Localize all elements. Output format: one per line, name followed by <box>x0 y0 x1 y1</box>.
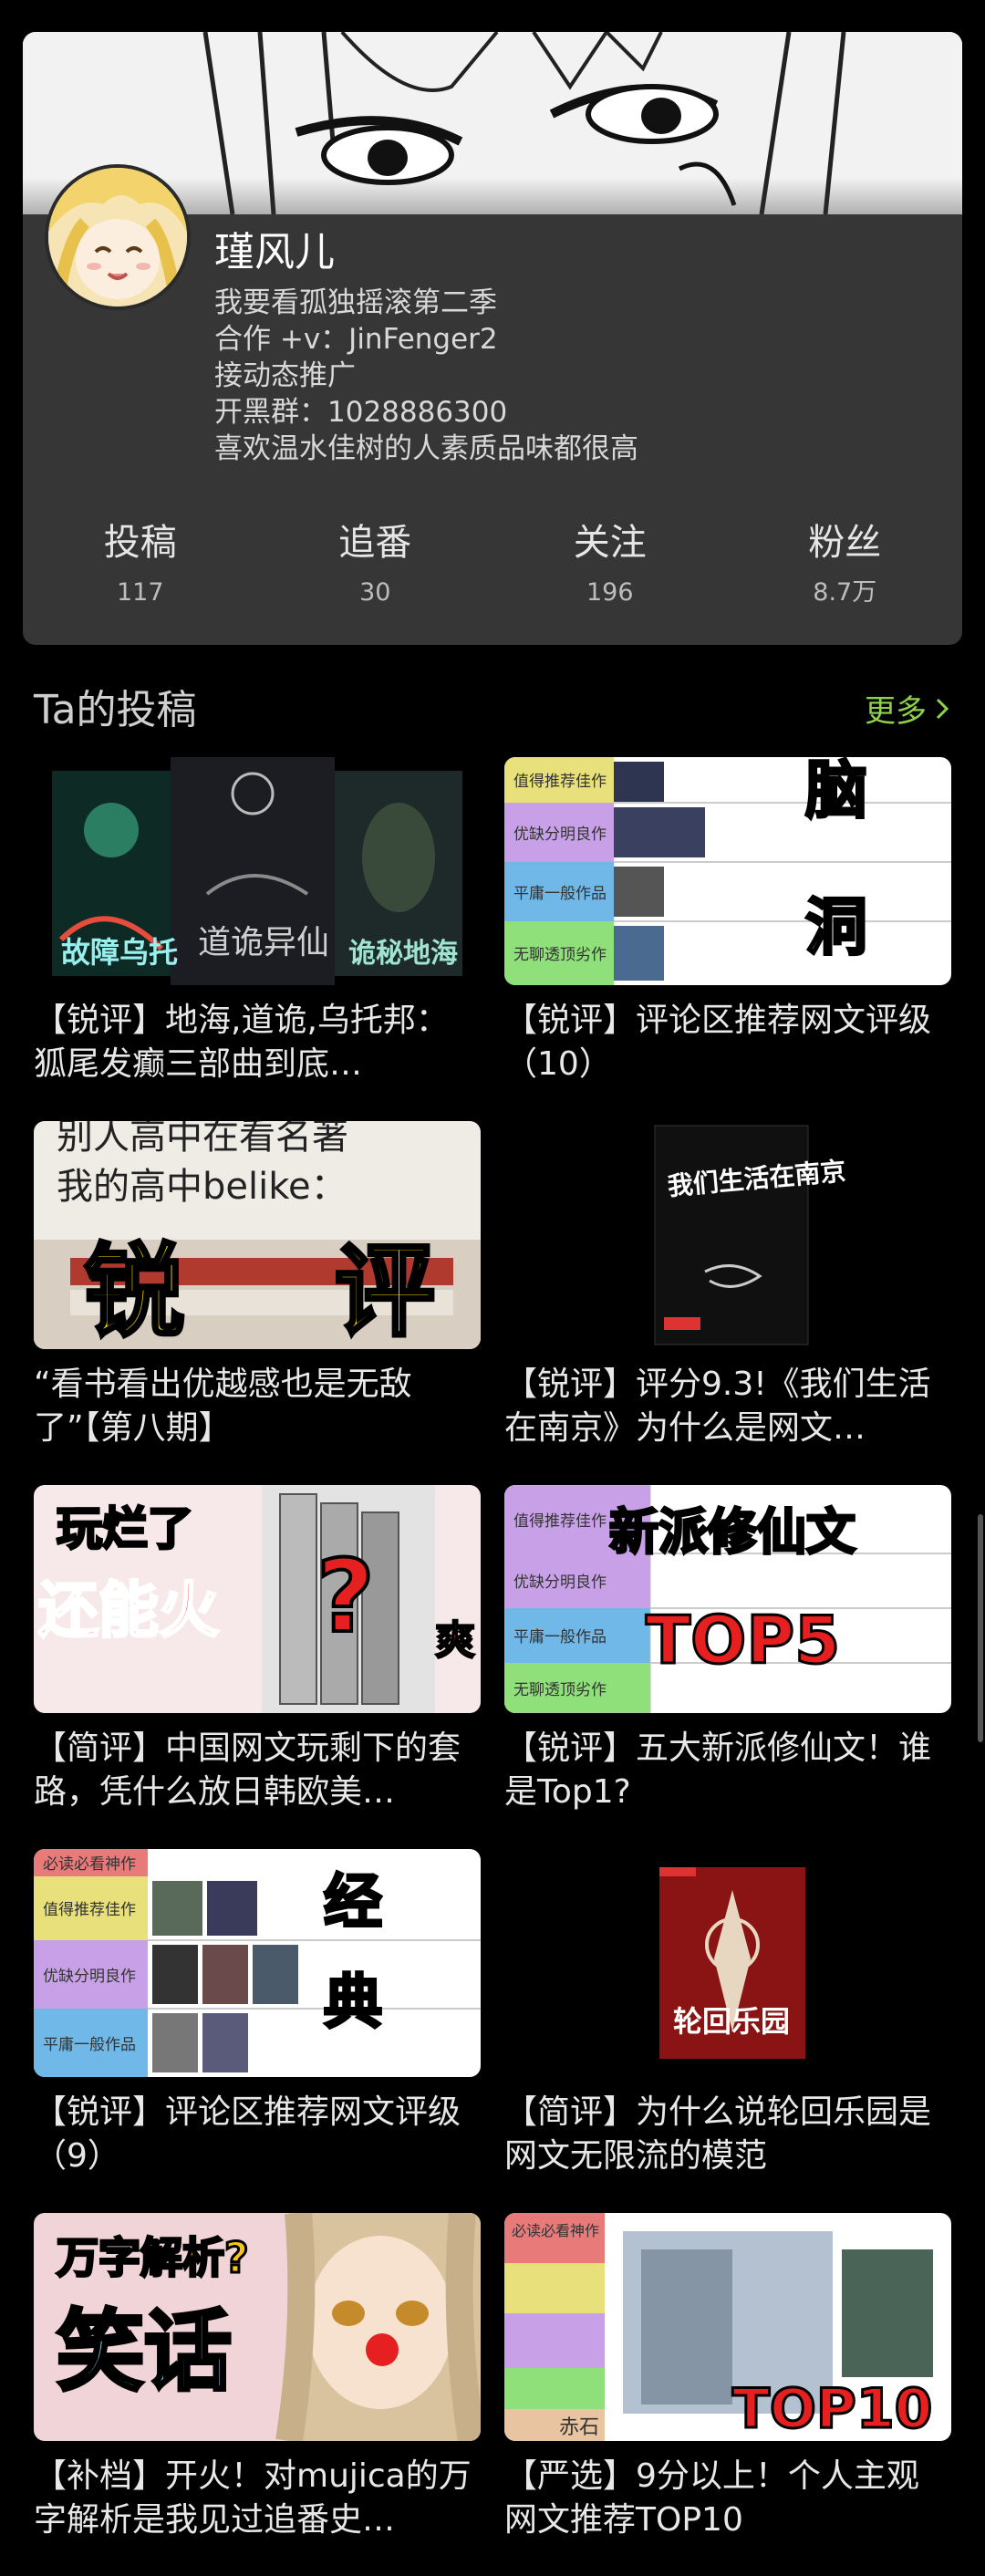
tier-label: 平庸一般作品 <box>513 885 607 903</box>
stat-label: 粉丝 <box>808 522 882 564</box>
video-card[interactable]: 诡秘地海 道诡异仙 故障乌托 【锐评】地海,道诡,乌托邦：狐尾发癫三部曲到底… <box>34 757 481 1086</box>
thumb-text: ? <box>316 1538 375 1655</box>
video-card[interactable]: 别人高中在看名著 我的高中belike： 锐 评 “看书看出优越感也是无敌了”【… <box>34 1121 481 1450</box>
video-title[interactable]: “看书看出优越感也是无敌了”【第八期】 <box>34 1363 481 1450</box>
scrollbar[interactable] <box>978 1514 983 1742</box>
video-card[interactable]: 玩烂了 还能火 ? 爽 【简评】中国网文玩剩下的套路，凭什么放日韩欧美… <box>34 1485 481 1814</box>
tier-label: 值得推荐佳作 <box>43 1901 136 1919</box>
video-thumbnail[interactable]: 值得推荐佳作 优缺分明良作 平庸一般作品 无聊透顶劣作 新派修仙文 TOP5 <box>504 1485 951 1713</box>
thumb-text: 我的高中belike： <box>57 1166 347 1208</box>
stat-label: 关注 <box>573 522 647 564</box>
video-title[interactable]: 【严选】9分以上！个人主观网文推荐TOP10 <box>504 2455 951 2542</box>
more-label: 更多 <box>865 693 927 730</box>
tier-label: 赤石 <box>559 2416 599 2439</box>
video-title[interactable]: 【锐评】五大新派修仙文！谁是Top1? <box>504 1727 951 1814</box>
video-thumbnail[interactable]: 必读必看神作 赤石 TOP10 <box>504 2213 951 2441</box>
tier-label: 必读必看神作 <box>512 2222 599 2239</box>
thumb-text: 万字解析? <box>57 2233 249 2282</box>
section-title: Ta的投稿 <box>34 687 197 733</box>
profile-stats: 投稿 117 追番 30 关注 196 粉丝 8.7万 <box>23 520 962 611</box>
video-thumbnail[interactable]: 玩烂了 还能火 ? 爽 <box>34 1485 481 1713</box>
video-card[interactable]: 必读必看神作 赤石 TOP10 【严选】9分以上！个人主观网文推荐TOP10 <box>504 2213 951 2542</box>
stat-value: 117 <box>116 578 164 607</box>
video-thumbnail[interactable]: 别人高中在看名著 我的高中belike： 锐 评 <box>34 1121 481 1349</box>
thumb-text: 诡秘地海 <box>348 938 458 970</box>
tier-label: 必读必看神作 <box>43 1855 136 1874</box>
thumb-text: TOP10 <box>732 2377 932 2441</box>
tier-label: 优缺分明良作 <box>43 1968 136 1986</box>
video-thumbnail[interactable]: 万字解析? 笑话 <box>34 2213 481 2441</box>
username: 瑾风儿 <box>214 229 335 275</box>
tier-label: 无聊透顶劣作 <box>513 946 607 964</box>
thumb-text: 爽 <box>435 1617 475 1664</box>
video-thumbnail[interactable]: 我们生活在南京 <box>504 1121 951 1349</box>
tier-label: 优缺分明良作 <box>513 1574 607 1592</box>
tier-label: 无聊透顶劣作 <box>513 1681 607 1699</box>
stat-label: 追番 <box>338 522 412 564</box>
video-card[interactable]: 值得推荐佳作 优缺分明良作 平庸一般作品 无聊透顶劣作 脑 洞 【锐评】评论区推… <box>504 757 951 1086</box>
thumb-text: 脑 <box>805 757 867 827</box>
thumb-text: 轮回乐园 <box>673 2004 790 2039</box>
thumb-text: 别人高中在看名著 <box>57 1121 348 1158</box>
video-title[interactable]: 【锐评】地海,道诡,乌托邦：狐尾发癫三部曲到底… <box>34 999 481 1086</box>
more-link[interactable]: 更多 <box>865 686 950 731</box>
thumb-text: 道诡异仙 <box>198 924 329 961</box>
stat-value: 196 <box>586 578 634 607</box>
stat-value: 30 <box>359 578 391 607</box>
tier-label: 平庸一般作品 <box>513 1628 607 1646</box>
bio-line: 喜欢温水佳树的人素质品味都很高 <box>214 432 638 465</box>
video-thumbnail[interactable]: 必读必看神作 值得推荐佳作 优缺分明良作 平庸一般作品 经 典 <box>34 1849 481 2077</box>
video-title[interactable]: 【补档】开火！对mujica的万字解析是我见过追番史… <box>34 2455 481 2542</box>
tier-label: 平庸一般作品 <box>43 2036 136 2054</box>
stat-following[interactable]: 关注 196 <box>493 520 728 611</box>
chevron-right-icon <box>936 698 949 719</box>
stat-uploads[interactable]: 投稿 117 <box>23 520 258 611</box>
thumb-text: TOP5 <box>646 1602 840 1678</box>
thumb-text: 典 <box>324 1969 382 2037</box>
profile-card: 瑾风儿 我要看孤独摇滚第二季 合作 +v：JinFenger2 接动态推广 开黑… <box>23 32 962 645</box>
video-card[interactable]: 我们生活在南京 【锐评】评分9.3!《我们生活在南京》为什么是网文… <box>504 1121 951 1450</box>
video-title[interactable]: 【简评】为什么说轮回乐园是网文无限流的模范 <box>504 2091 951 2178</box>
tier-label: 值得推荐佳作 <box>513 1512 607 1531</box>
video-title[interactable]: 【锐评】评论区推荐网文评级（9） <box>34 2091 481 2178</box>
tier-label: 优缺分明良作 <box>513 826 607 844</box>
stat-bangumi[interactable]: 追番 30 <box>258 520 493 611</box>
bio-line: 开黑群：1028886300 <box>214 396 508 429</box>
thumb-text: 玩烂了 <box>57 1502 193 1555</box>
video-card[interactable]: 轮回乐园 【简评】为什么说轮回乐园是网文无限流的模范 <box>504 1849 951 2178</box>
stat-followers[interactable]: 粉丝 8.7万 <box>728 520 963 611</box>
user-avatar[interactable] <box>45 164 191 310</box>
video-title[interactable]: 【锐评】评分9.3!《我们生活在南京》为什么是网文… <box>504 1363 951 1450</box>
video-thumbnail[interactable]: 轮回乐园 <box>504 1849 951 2077</box>
thumb-text: 洞 <box>805 892 867 964</box>
video-card[interactable]: 必读必看神作 值得推荐佳作 优缺分明良作 平庸一般作品 经 典 【锐评】评论区推… <box>34 1849 481 2178</box>
stat-value: 8.7万 <box>813 578 877 607</box>
user-bio: 我要看孤独摇滚第二季 合作 +v：JinFenger2 接动态推广 开黑群：10… <box>214 285 638 467</box>
bio-line: 我要看孤独摇滚第二季 <box>214 286 497 319</box>
thumb-text: 新派修仙文 <box>609 1503 855 1561</box>
thumb-text: 笑话 <box>57 2301 232 2403</box>
video-title[interactable]: 【简评】中国网文玩剩下的套路，凭什么放日韩欧美… <box>34 1727 481 1814</box>
thumb-text: 评 <box>335 1233 435 1349</box>
video-thumbnail[interactable]: 值得推荐佳作 优缺分明良作 平庸一般作品 无聊透顶劣作 脑 洞 <box>504 757 951 985</box>
thumb-text: 锐 <box>84 1233 184 1349</box>
bio-line: 合作 +v：JinFenger2 <box>214 323 498 356</box>
video-title[interactable]: 【锐评】评论区推荐网文评级（10） <box>504 999 951 1086</box>
bio-line: 接动态推广 <box>214 359 356 392</box>
video-thumbnail[interactable]: 诡秘地海 道诡异仙 故障乌托 <box>34 757 481 985</box>
tier-label: 值得推荐佳作 <box>513 773 607 791</box>
thumb-text: 还能火 <box>38 1575 219 1646</box>
thumb-text: 经 <box>324 1869 382 1937</box>
video-card[interactable]: 万字解析? 笑话 【补档】开火！对mujica的万字解析是我见过追番史… <box>34 2213 481 2542</box>
stat-label: 投稿 <box>103 522 177 564</box>
thumb-text: 故障乌托 <box>61 935 178 970</box>
video-card[interactable]: 值得推荐佳作 优缺分明良作 平庸一般作品 无聊透顶劣作 新派修仙文 TOP5 【… <box>504 1485 951 1814</box>
